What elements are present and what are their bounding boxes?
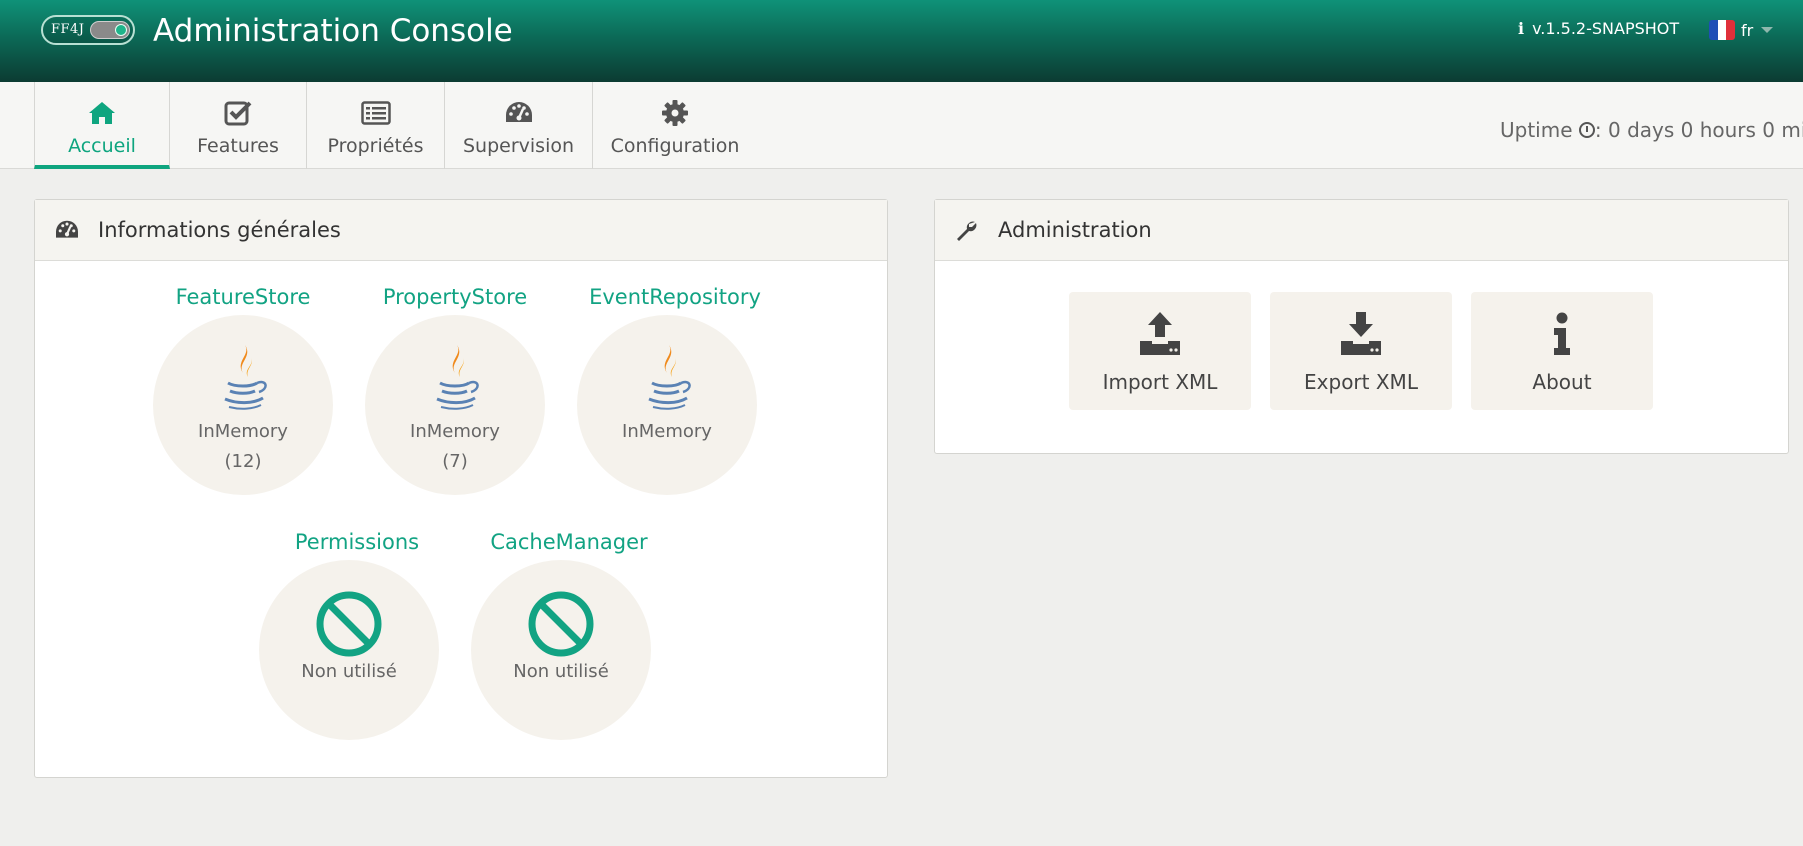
panel-title: Administration <box>998 218 1152 242</box>
logo-text: FF4J <box>51 22 85 37</box>
store-circle: Non utilisé <box>259 560 439 740</box>
store-title[interactable]: CacheManager <box>459 530 679 554</box>
ban-icon <box>471 590 651 658</box>
panel-header: Administration <box>935 200 1788 261</box>
import-xml-button[interactable]: Import XML <box>1069 292 1251 410</box>
dashboard-icon <box>504 99 534 127</box>
tab-label: Configuration <box>610 135 740 157</box>
main-nav: Accueil Features Propriétés Supervision … <box>0 82 1803 169</box>
download-icon <box>1338 310 1384 356</box>
dashboard-icon <box>54 219 80 241</box>
tab-label: Propriétés <box>327 135 424 157</box>
tab-label: Features <box>197 135 279 157</box>
language-code: fr <box>1741 20 1754 40</box>
store-circle: InMemory <box>577 315 757 495</box>
button-label: About <box>1532 370 1592 394</box>
store-title[interactable]: PropertyStore <box>345 285 565 309</box>
tab-supervision[interactable]: Supervision <box>445 82 593 169</box>
tab-accueil[interactable]: Accueil <box>34 82 170 169</box>
tab-proprietes[interactable]: Propriétés <box>307 82 445 169</box>
gear-icon <box>661 99 689 127</box>
tab-configuration[interactable]: Configuration <box>593 82 757 169</box>
info-icon: i <box>1518 19 1525 38</box>
list-icon <box>360 99 391 127</box>
button-label: Import XML <box>1102 370 1218 394</box>
app-title[interactable]: Administration Console <box>153 13 513 49</box>
clock-icon <box>1578 122 1595 138</box>
version-info[interactable]: i v.1.5.2-SNAPSHOT <box>1518 19 1679 38</box>
store-type: InMemory <box>198 421 288 442</box>
tab-label: Supervision <box>462 135 575 157</box>
panel-header: Informations générales <box>35 200 887 261</box>
store-type: InMemory <box>410 421 500 442</box>
upload-icon <box>1137 310 1183 356</box>
store-circle: InMemory (7) <box>365 315 545 495</box>
panel-title: Informations générales <box>98 218 341 242</box>
top-header: FF4J Administration Console i v.1.5.2-SNA… <box>0 0 1803 82</box>
export-xml-button[interactable]: Export XML <box>1270 292 1452 410</box>
uptime-value: : 0 days 0 hours 0 min <box>1594 118 1803 142</box>
home-icon <box>88 99 116 127</box>
administration-panel: Administration Import XML Export XML Abo… <box>934 199 1789 454</box>
store-circle: Non utilisé <box>471 560 651 740</box>
java-icon <box>365 343 545 413</box>
store-count: (7) <box>442 451 468 472</box>
ban-icon <box>259 590 439 658</box>
java-icon <box>153 343 333 413</box>
store-title[interactable]: EventRepository <box>565 285 785 309</box>
status-text: Non utilisé <box>513 661 609 682</box>
uptime-label: Uptime <box>1500 118 1573 142</box>
button-label: Export XML <box>1304 370 1418 394</box>
tab-features[interactable]: Features <box>170 82 307 169</box>
french-flag-icon <box>1709 20 1735 40</box>
language-dropdown[interactable]: fr <box>1709 19 1774 41</box>
store-title[interactable]: FeatureStore <box>133 285 353 309</box>
version-text: v.1.5.2-SNAPSHOT <box>1532 19 1680 38</box>
about-button[interactable]: About <box>1471 292 1653 410</box>
store-count: (12) <box>224 451 262 472</box>
info-icon <box>1551 310 1573 356</box>
store-type: InMemory <box>622 421 712 442</box>
general-info-panel: Informations générales FeatureStore InMe… <box>34 199 888 778</box>
uptime-display: Uptime : 0 days 0 hours 0 min <box>1500 118 1803 142</box>
caret-down-icon <box>1761 27 1774 33</box>
wrench-icon <box>954 218 980 242</box>
check-square-icon <box>224 99 252 127</box>
tab-label: Accueil <box>68 135 136 157</box>
toggle-icon <box>90 21 130 39</box>
ff4j-logo[interactable]: FF4J <box>41 15 135 45</box>
status-text: Non utilisé <box>301 661 397 682</box>
java-icon <box>577 343 757 413</box>
store-title[interactable]: Permissions <box>247 530 467 554</box>
store-circle: InMemory (12) <box>153 315 333 495</box>
